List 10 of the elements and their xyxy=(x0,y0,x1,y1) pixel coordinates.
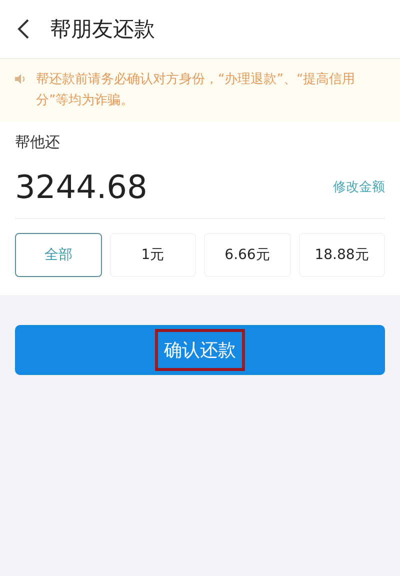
amount-label: 帮他还 xyxy=(15,133,61,152)
page-title: 帮朋友还款 xyxy=(50,16,155,43)
back-icon[interactable] xyxy=(16,18,30,40)
amount-option[interactable]: 6.66元 xyxy=(204,233,290,277)
amount-option[interactable]: 18.88元 xyxy=(298,233,385,277)
amount-option[interactable]: 1元 xyxy=(110,233,196,277)
amount-value: 3244.68 xyxy=(15,168,148,206)
notice-text: 帮还款前请务必确认对方身份，“办理退款”、“提高信用分”等均为诈骗。 xyxy=(36,71,356,110)
confirm-button[interactable]: 确认还款 xyxy=(15,325,385,375)
speaker-icon xyxy=(14,73,26,85)
